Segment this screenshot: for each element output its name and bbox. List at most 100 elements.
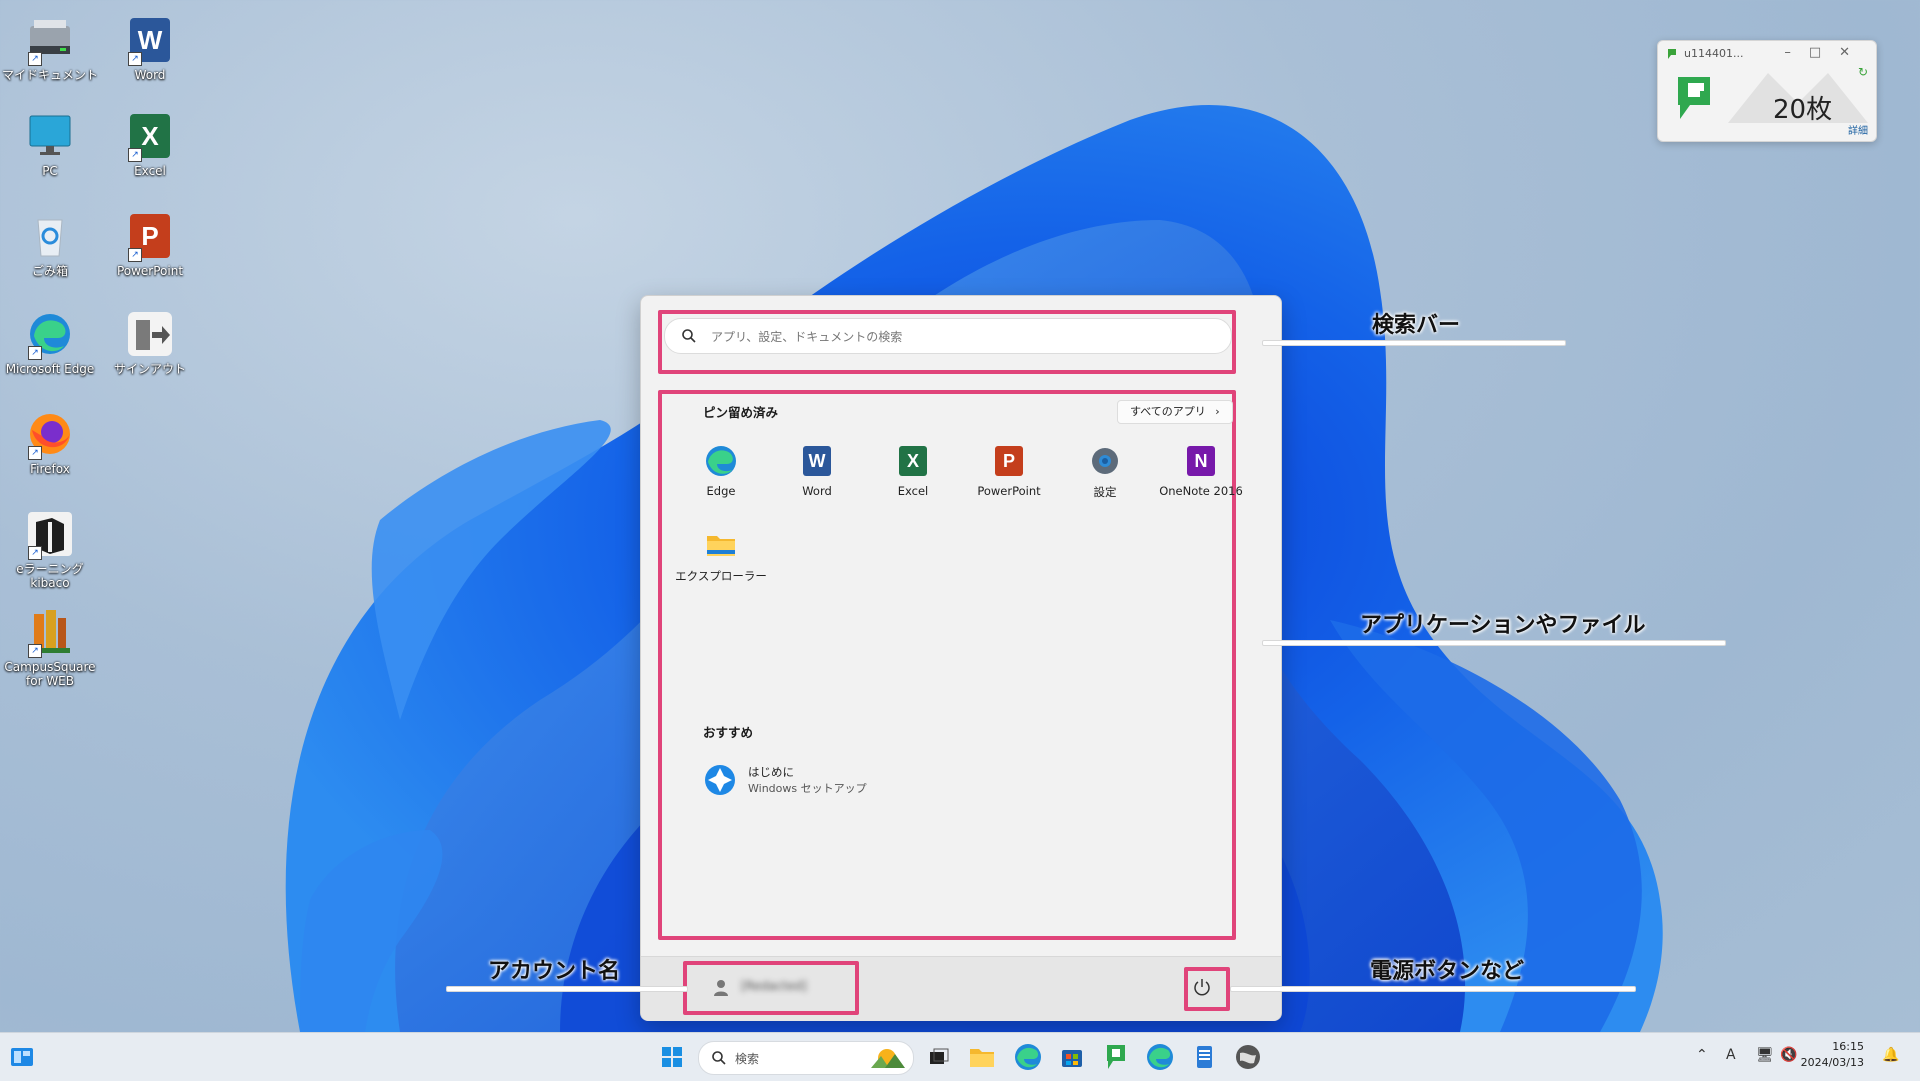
taskbar-store[interactable] [1056,1041,1088,1073]
power-highlight [1184,967,1230,1011]
recommended-item[interactable]: はじめに Windows セットアップ [703,763,867,801]
desktop-icon-label: サインアウト [113,362,186,376]
shortcut-arrow-icon: ↗ [128,248,142,262]
powerpoint-icon: P ↗ [126,212,174,262]
start-menu: ピン留め済み すべてのアプリ › Edge W Word X Excel P P… [640,295,1282,1021]
clock-date: 2024/03/13 [1800,1056,1864,1069]
pinned-section-title: ピン留め済み [703,405,779,420]
taskbar-notepad[interactable] [1188,1041,1220,1073]
search-bar-highlight [658,310,1236,374]
task-view-button[interactable] [922,1041,954,1073]
app-label: Edge [706,484,736,498]
print-logo-icon [1678,77,1710,119]
desktop-icon-signout[interactable]: サインアウト [100,310,200,376]
app-label: Excel [897,484,929,498]
search-icon [712,1051,726,1065]
app-label: 設定 [1093,485,1117,499]
widgets-icon [11,1048,33,1066]
edge-icon: ↗ [26,310,74,360]
taskbar-search[interactable]: 検索 [698,1041,914,1075]
start-menu-footer: [Redacted] [641,956,1281,1021]
app-label: Word [802,484,832,498]
volume-muted-icon[interactable]: 🔇 [1780,1047,1797,1063]
desktop-icon-excel[interactable]: X ↗ Excel [100,112,200,178]
taskbar-search-label: 検索 [735,1052,760,1066]
pinned-app-settings[interactable]: 設定 [1059,444,1151,500]
desktop-icon-word[interactable]: W ↗ Word [100,16,200,82]
taskbar-edge-2[interactable] [1144,1041,1176,1073]
desktop-icon-label: PC [42,164,58,178]
taskbar-network-app[interactable] [1232,1041,1264,1073]
desktop-icon-powerpoint[interactable]: P ↗ PowerPoint [100,212,200,278]
desktop-icon-firefox[interactable]: ↗ Firefox [0,410,100,476]
desktop-icon-label: マイドキュメント [1,68,98,82]
pinned-app-edge[interactable]: Edge [675,444,767,498]
task-view-icon [930,1048,949,1064]
ime-indicator[interactable]: A [1726,1047,1736,1063]
chevron-right-icon: › [1215,405,1220,418]
account-highlight [683,961,859,1015]
taskbar-explorer[interactable] [966,1041,998,1073]
recycle-bin-icon [26,212,74,260]
callout-search-bar: 検索バー [1372,313,1461,338]
desktop-icon-kibaco[interactable]: ↗ eラーニングkibaco [0,510,100,590]
shortcut-arrow-icon: ↗ [28,52,42,66]
pinned-app-powerpoint[interactable]: P PowerPoint [963,444,1055,498]
callout-line-search [1262,340,1566,346]
campussquare-building-icon: ↗ [26,608,74,658]
network-icon[interactable]: 🖥 [1756,1047,1774,1063]
notification-bell-icon[interactable]: 🔔 [1882,1047,1899,1063]
taskbar-clock[interactable]: 16:15 2024/03/13 [1801,1039,1864,1071]
shortcut-arrow-icon: ↗ [28,644,42,658]
recommended-subtitle: Windows セットアップ [748,782,867,795]
desktop-icon-edge[interactable]: ↗ Microsoft Edge [0,310,100,376]
app-label: PowerPoint [977,484,1041,498]
app-label: エクスプローラー [675,569,767,583]
desktop-icon-campussquare[interactable]: ↗ CampusSquare for WEB [0,608,100,688]
recommended-title: はじめに [748,765,794,779]
callout-power: 電源ボタンなど [1370,959,1525,984]
edge-icon [1015,1044,1041,1070]
globe-icon [1236,1045,1260,1069]
store-icon [1062,1050,1082,1067]
firefox-icon: ↗ [26,410,74,460]
desktop-icon-label: eラーニングkibaco [16,562,84,590]
pinned-app-onenote[interactable]: N OneNote 2016 [1155,444,1247,498]
folder-icon [704,528,738,562]
clock-time: 16:15 [1832,1040,1864,1053]
callout-line-apps [1262,640,1726,646]
start-button[interactable] [656,1041,688,1073]
all-apps-label: すべてのアプリ [1130,405,1206,418]
pinned-app-word[interactable]: W Word [771,444,863,498]
pinned-app-excel[interactable]: X Excel [867,444,959,498]
edge-icon [1147,1044,1173,1070]
print-count: 20枚 [1773,95,1833,125]
desktop-icon-label: PowerPoint [116,264,184,278]
chevron-up-icon[interactable]: ⌃ [1696,1047,1708,1063]
shortcut-arrow-icon: ↗ [128,52,142,66]
widgets-button[interactable] [6,1041,38,1073]
shortcut-arrow-icon: ↗ [28,546,42,560]
print-count-widget[interactable]: u114401... –□✕ ↻ 20枚 詳細 [1657,40,1877,142]
word-icon: W [800,444,834,478]
desktop-icon-pc[interactable]: PC [0,112,100,178]
widget-window-controls[interactable]: –□✕ [1784,45,1868,60]
all-apps-button[interactable]: すべてのアプリ › [1117,400,1233,424]
desktop-icon-my-documents[interactable]: ↗ マイドキュメント [0,16,100,82]
taskbar-edge[interactable] [1012,1041,1044,1073]
shortcut-arrow-icon: ↗ [28,446,42,460]
desktop-icon-label: Firefox [30,462,70,476]
desktop-icon-label: Excel [134,164,166,178]
kibaco-box-icon: ↗ [26,510,74,560]
refresh-icon[interactable]: ↻ [1858,65,1868,79]
taskbar-print-app[interactable] [1100,1041,1132,1073]
notepad-icon [1197,1046,1212,1068]
signout-door-icon [126,310,174,358]
widget-detail-link[interactable]: 詳細 [1848,122,1868,137]
shortcut-arrow-icon: ↗ [28,346,42,360]
desktop-icon-label: CampusSquare for WEB [4,660,96,688]
pinned-app-explorer[interactable]: エクスプローラー [675,528,767,584]
edge-icon [704,444,738,478]
search-highlight-icon [871,1049,905,1068]
desktop-icon-recycle-bin[interactable]: ごみ箱 [0,212,100,278]
